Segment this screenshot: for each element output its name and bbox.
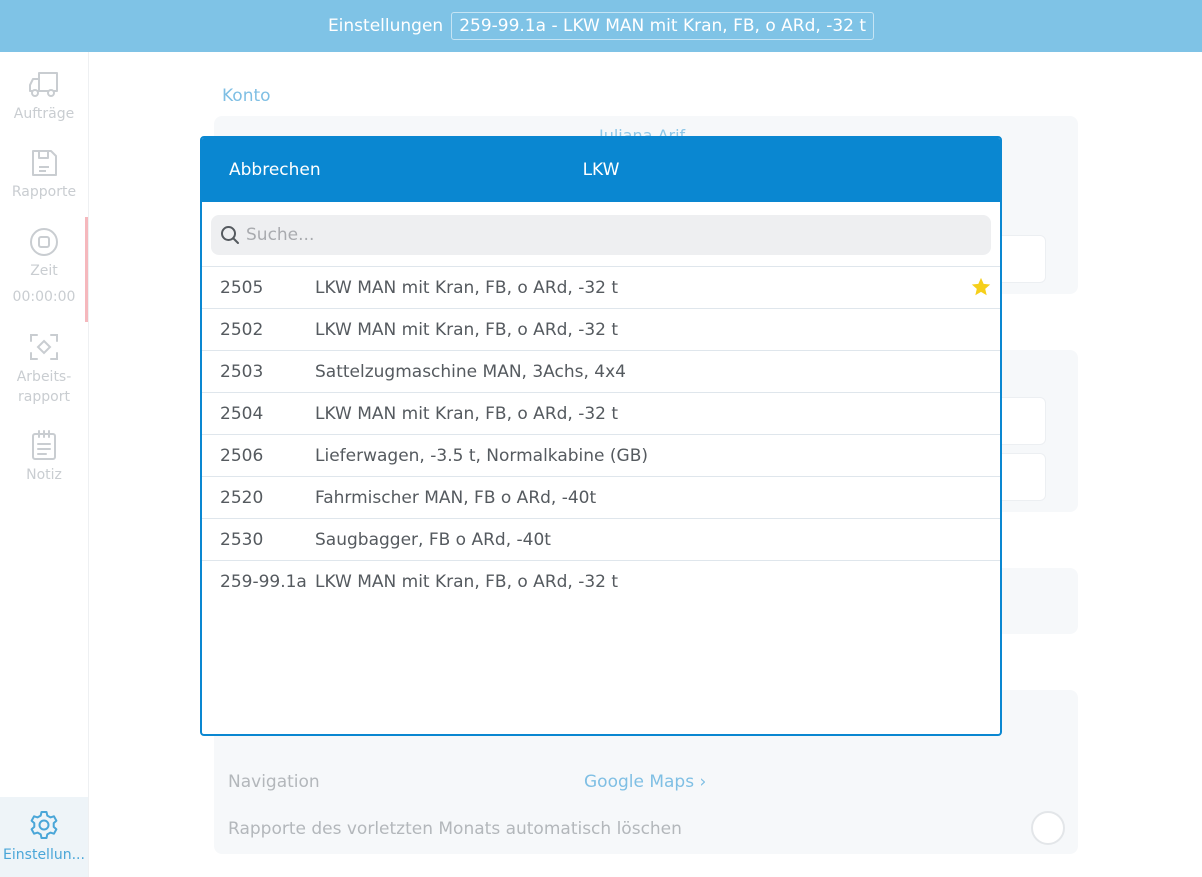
vehicle-row[interactable]: 2506 Lieferwagen, -3.5 t, Normalkabine (… — [202, 434, 1000, 476]
auto-delete-toggle[interactable] — [1031, 811, 1065, 845]
vehicle-picker-modal: Abbrechen LKW 2505 LKW MAN mit Kran, FB,… — [200, 136, 1002, 736]
vehicle-list: 2505 LKW MAN mit Kran, FB, o ARd, -32 t … — [202, 266, 1000, 602]
vehicle-id: 259-99.1a — [220, 571, 307, 592]
search-bar — [211, 215, 991, 255]
vehicle-id: 2505 — [220, 277, 264, 298]
vehicle-row[interactable]: 2502 LKW MAN mit Kran, FB, o ARd, -32 t — [202, 308, 1000, 350]
section-title-konto: Konto — [222, 86, 271, 106]
top-bar: Einstellungen 259-99.1a - LKW MAN mit Kr… — [0, 0, 1202, 52]
vehicle-id: 2502 — [220, 319, 264, 340]
modal-title: LKW — [582, 160, 620, 180]
navigation-label: Navigation — [228, 772, 320, 792]
vehicle-row[interactable]: 2505 LKW MAN mit Kran, FB, o ARd, -32 t — [202, 266, 1000, 308]
timer-value: 00:00:00 — [12, 289, 76, 305]
navigation-value: Google Maps — [584, 772, 695, 792]
sidebar-item-zeit[interactable]: Zeit 00:00:00 — [0, 227, 88, 307]
timer-active-indicator — [85, 217, 88, 322]
favorite-star-icon[interactable] — [970, 276, 992, 302]
vehicle-row[interactable]: 259-99.1a LKW MAN mit Kran, FB, o ARd, -… — [202, 560, 1000, 602]
auto-delete-label: Rapporte des vorletzten Monats automatis… — [228, 819, 682, 839]
vehicle-id: 2504 — [220, 403, 264, 424]
sidebar-item-label: Einstellun... — [3, 847, 85, 863]
vehicle-id: 2530 — [220, 529, 264, 550]
chevron-right-icon: › — [699, 772, 707, 792]
vehicle-row[interactable]: 2504 LKW MAN mit Kran, FB, o ARd, -32 t — [202, 392, 1000, 434]
sidebar-item-label: Arbeits- rapport — [16, 369, 72, 405]
vehicle-row[interactable]: 2530 Saugbagger, FB o ARd, -40t — [202, 518, 1000, 560]
page-title: Einstellungen — [327, 16, 444, 36]
gear-icon — [28, 809, 60, 845]
vehicle-name: Sattelzugmaschine MAN, 3Achs, 4x4 — [315, 361, 626, 382]
sidebar-item-label: Notiz — [26, 467, 62, 483]
vehicle-name: LKW MAN mit Kran, FB, o ARd, -32 t — [315, 277, 619, 298]
vehicle-id: 2520 — [220, 487, 264, 508]
sidebar-item-rapporte[interactable]: Rapporte — [0, 148, 88, 202]
search-icon — [220, 225, 240, 245]
truck-icon — [27, 70, 61, 104]
scan-icon — [28, 331, 60, 367]
vehicle-id: 2503 — [220, 361, 264, 382]
vehicle-row[interactable]: 2503 Sattelzugmaschine MAN, 3Achs, 4x4 — [202, 350, 1000, 392]
current-vehicle-badge[interactable]: 259-99.1a - LKW MAN mit Kran, FB, o ARd,… — [451, 12, 875, 40]
vehicle-id: 2506 — [220, 445, 264, 466]
sidebar-item-auftraege[interactable]: Aufträge — [0, 70, 88, 124]
vehicle-name: Saugbagger, FB o ARd, -40t — [315, 529, 551, 550]
vehicle-row[interactable]: 2520 Fahrmischer MAN, FB o ARd, -40t — [202, 476, 1000, 518]
sidebar: Aufträge Rapporte Zeit 00:00:00 Arbeits-… — [0, 52, 89, 877]
navigation-value-link[interactable]: Google Maps › — [584, 772, 706, 792]
sidebar-item-notiz[interactable]: Notiz — [0, 429, 88, 485]
vehicle-name: Lieferwagen, -3.5 t, Normalkabine (GB) — [315, 445, 649, 466]
search-input[interactable] — [246, 225, 946, 245]
sidebar-item-arbeitsrapport[interactable]: Arbeits- rapport — [0, 331, 88, 407]
vehicle-name: LKW MAN mit Kran, FB, o ARd, -32 t — [315, 319, 619, 340]
sidebar-item-einstellungen[interactable]: Einstellun... — [0, 797, 88, 877]
sidebar-item-label: Aufträge — [13, 106, 75, 122]
vehicle-name: LKW MAN mit Kran, FB, o ARd, -32 t — [315, 571, 619, 592]
vehicle-name: LKW MAN mit Kran, FB, o ARd, -32 t — [315, 403, 619, 424]
stop-icon — [29, 227, 59, 261]
notepad-icon — [29, 429, 59, 465]
modal-header: Abbrechen LKW — [202, 138, 1000, 202]
save-icon — [29, 148, 59, 182]
sidebar-item-label: Zeit — [30, 263, 58, 279]
sidebar-item-label: Rapporte — [11, 184, 77, 200]
vehicle-name: Fahrmischer MAN, FB o ARd, -40t — [315, 487, 597, 508]
